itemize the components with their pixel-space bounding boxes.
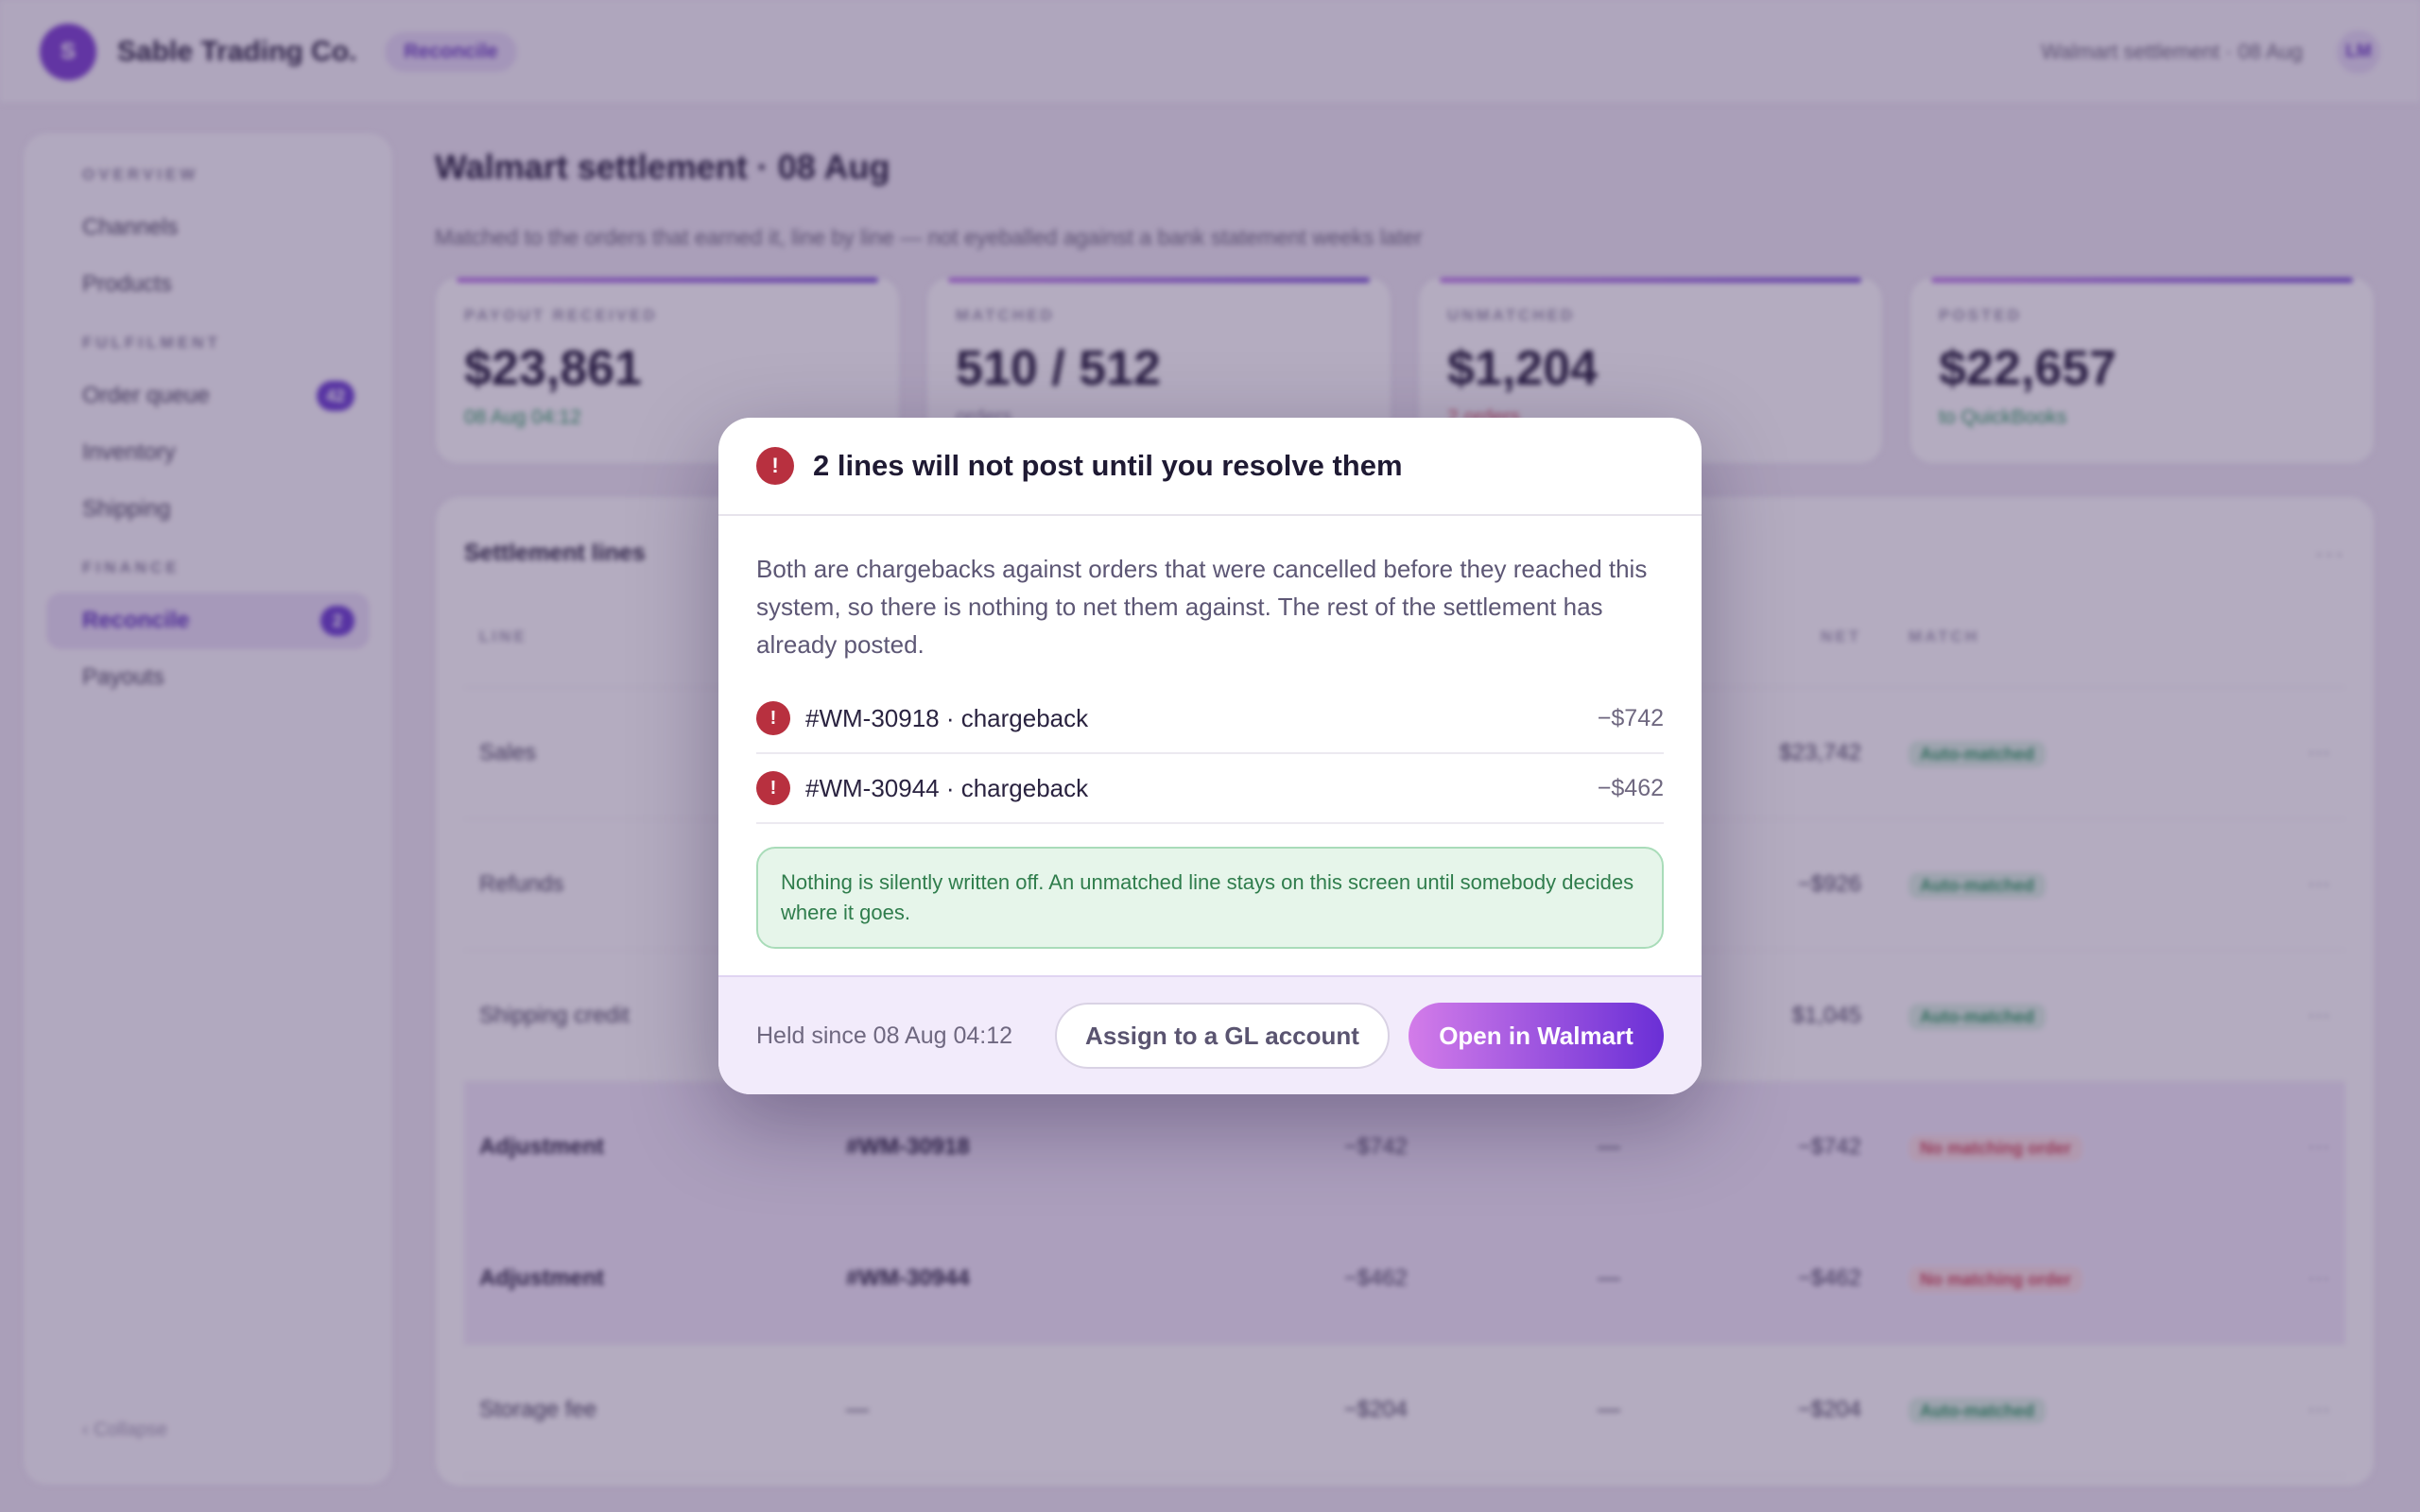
dialog-description: Both are chargebacks against orders that… xyxy=(756,555,1648,659)
assign-gl-account-button[interactable]: Assign to a GL account xyxy=(1055,1003,1390,1069)
dialog-header: ! 2 lines will not post until you resolv… xyxy=(718,418,1702,516)
held-line-item: ! #WM-30918 · chargeback −$742 xyxy=(756,684,1664,754)
held-since-text: Held since 08 Aug 04:12 xyxy=(756,1022,1013,1049)
dialog-title: 2 lines will not post until you resolve … xyxy=(813,449,1403,482)
info-note: Nothing is silently written off. An unma… xyxy=(756,847,1664,949)
held-line-amount: −$462 xyxy=(1597,774,1664,801)
held-line-item: ! #WM-30944 · chargeback −$462 xyxy=(756,754,1664,824)
alert-icon: ! xyxy=(756,771,790,805)
open-in-walmart-button[interactable]: Open in Walmart xyxy=(1409,1003,1664,1069)
held-line-label: #WM-30918 · chargeback xyxy=(805,703,1089,732)
alert-icon: ! xyxy=(756,447,794,485)
held-line-amount: −$742 xyxy=(1597,704,1664,731)
resolve-lines-dialog: ! 2 lines will not post until you resolv… xyxy=(718,418,1702,1094)
alert-icon: ! xyxy=(756,701,790,735)
held-line-label: #WM-30944 · chargeback xyxy=(805,773,1089,802)
dialog-footer: Held since 08 Aug 04:12 Assign to a GL a… xyxy=(718,975,1702,1094)
dialog-body: Both are chargebacks against orders that… xyxy=(718,516,1702,949)
